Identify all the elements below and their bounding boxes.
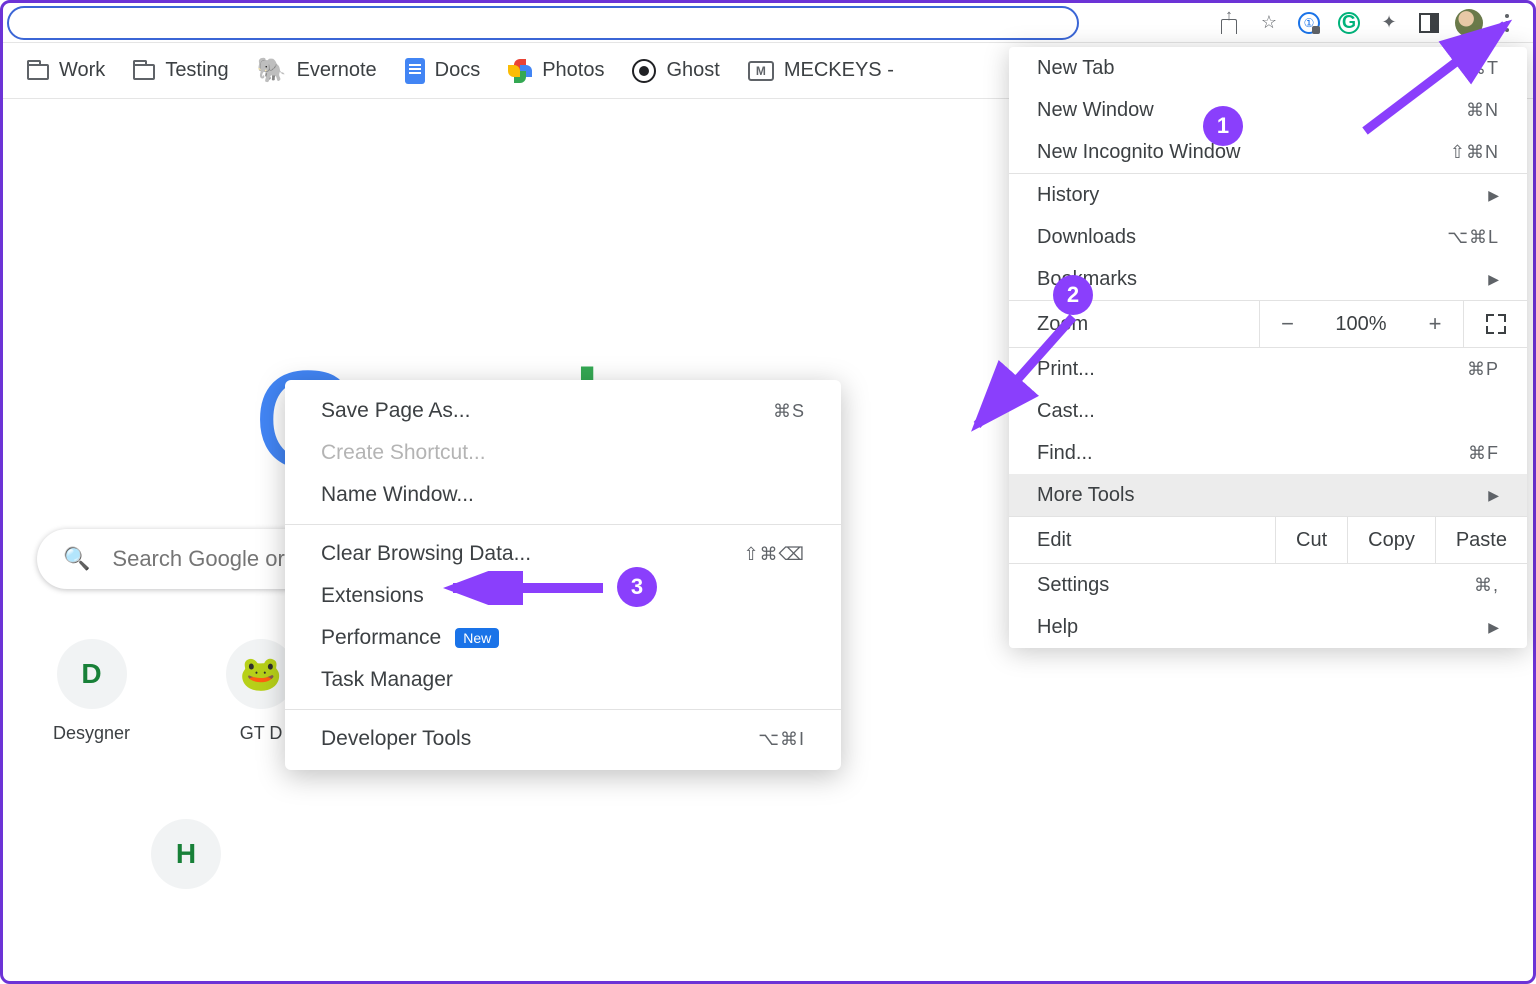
bookmark-folder-work[interactable]: Work — [27, 59, 105, 82]
ghost-icon — [632, 59, 656, 83]
chevron-right-icon: ▶ — [1488, 187, 1499, 204]
menu-find[interactable]: Find...⌘F — [1009, 432, 1527, 474]
profile-avatar[interactable] — [1455, 9, 1483, 37]
zoom-out-button[interactable]: − — [1259, 301, 1315, 347]
menu-more-tools[interactable]: More Tools▶ — [1009, 474, 1527, 516]
menu-print[interactable]: Print...⌘P — [1009, 348, 1527, 390]
chevron-right-icon: ▶ — [1488, 271, 1499, 288]
submenu-developer-tools[interactable]: Developer Tools⌥⌘I — [285, 718, 841, 760]
submenu-create-shortcut: Create Shortcut... — [285, 432, 841, 474]
shortcut-desygner[interactable]: D Desygner — [53, 639, 130, 744]
google-docs-icon — [405, 58, 425, 84]
menu-help[interactable]: Help▶ — [1009, 606, 1527, 648]
annotation-marker-3: 3 — [617, 567, 657, 607]
zoom-in-button[interactable]: + — [1407, 301, 1463, 347]
annotation-marker-1: 1 — [1203, 106, 1243, 146]
zoom-label: Zoom — [1009, 313, 1259, 336]
bookmark-docs[interactable]: Docs — [405, 58, 481, 84]
bookmark-evernote[interactable]: 🐘Evernote — [257, 56, 377, 85]
shortcut-h[interactable]: H — [151, 819, 221, 889]
bookmark-ghost[interactable]: Ghost — [632, 59, 719, 83]
edit-copy-button[interactable]: Copy — [1347, 517, 1435, 563]
folder-icon — [133, 64, 155, 80]
chrome-menu-button[interactable] — [1495, 9, 1519, 37]
edit-paste-button[interactable]: Paste — [1435, 517, 1527, 563]
menu-new-tab[interactable]: New Tab⌘T — [1009, 47, 1527, 89]
shortcuts-row: D Desygner 🐸 GT D — [53, 639, 296, 744]
extensions-puzzle-icon[interactable]: ✦ — [1375, 9, 1403, 37]
menu-history[interactable]: History▶ — [1009, 174, 1527, 216]
submenu-task-manager[interactable]: Task Manager — [285, 659, 841, 701]
chevron-right-icon: ▶ — [1488, 619, 1499, 636]
menu-downloads[interactable]: Downloads⌥⌘L — [1009, 216, 1527, 258]
meckeys-icon: M — [748, 61, 774, 81]
bookmark-star-icon[interactable]: ☆ — [1255, 9, 1283, 37]
menu-edit-row: Edit Cut Copy Paste — [1009, 516, 1527, 564]
bookmark-folder-testing[interactable]: Testing — [133, 59, 228, 82]
toolbar-icons: ↑ ☆ ① G ✦ — [1215, 9, 1519, 37]
submenu-performance[interactable]: PerformanceNew — [285, 617, 841, 659]
folder-icon — [27, 64, 49, 80]
menu-cast[interactable]: Cast... — [1009, 390, 1527, 432]
submenu-save-page-as[interactable]: Save Page As...⌘S — [285, 390, 841, 432]
address-bar[interactable] — [7, 6, 1079, 40]
extension-grammarly-icon[interactable]: G — [1335, 9, 1363, 37]
bookmark-meckeys[interactable]: MMECKEYS - — [748, 59, 894, 82]
menu-settings[interactable]: Settings⌘, — [1009, 564, 1527, 606]
google-photos-icon — [508, 59, 532, 83]
submenu-name-window[interactable]: Name Window... — [285, 474, 841, 516]
more-tools-submenu: Save Page As...⌘S Create Shortcut... Nam… — [285, 380, 841, 770]
share-icon[interactable]: ↑ — [1215, 9, 1243, 37]
chevron-right-icon: ▶ — [1488, 487, 1499, 504]
bookmark-photos[interactable]: Photos — [508, 59, 604, 83]
toolbar: ↑ ☆ ① G ✦ — [3, 3, 1533, 43]
shortcuts-row-2: H — [151, 819, 221, 889]
menu-new-window[interactable]: New Window⌘N — [1009, 89, 1527, 131]
annotation-marker-2: 2 — [1053, 275, 1093, 315]
fullscreen-button[interactable] — [1463, 301, 1527, 347]
menu-new-incognito[interactable]: New Incognito Window⇧⌘N — [1009, 131, 1527, 173]
submenu-extensions[interactable]: Extensions — [285, 575, 841, 617]
chrome-menu: New Tab⌘T New Window⌘N New Incognito Win… — [1009, 47, 1527, 648]
search-icon: 🔍 — [63, 546, 90, 572]
new-badge: New — [455, 628, 499, 648]
side-panel-icon[interactable] — [1415, 9, 1443, 37]
edit-label: Edit — [1009, 529, 1275, 552]
evernote-icon: 🐘 — [257, 56, 287, 85]
submenu-clear-browsing-data[interactable]: Clear Browsing Data...⇧⌘⌫ — [285, 533, 841, 575]
zoom-value: 100% — [1315, 313, 1407, 336]
edit-cut-button[interactable]: Cut — [1275, 517, 1347, 563]
extension-onepassword-icon[interactable]: ① — [1295, 9, 1323, 37]
